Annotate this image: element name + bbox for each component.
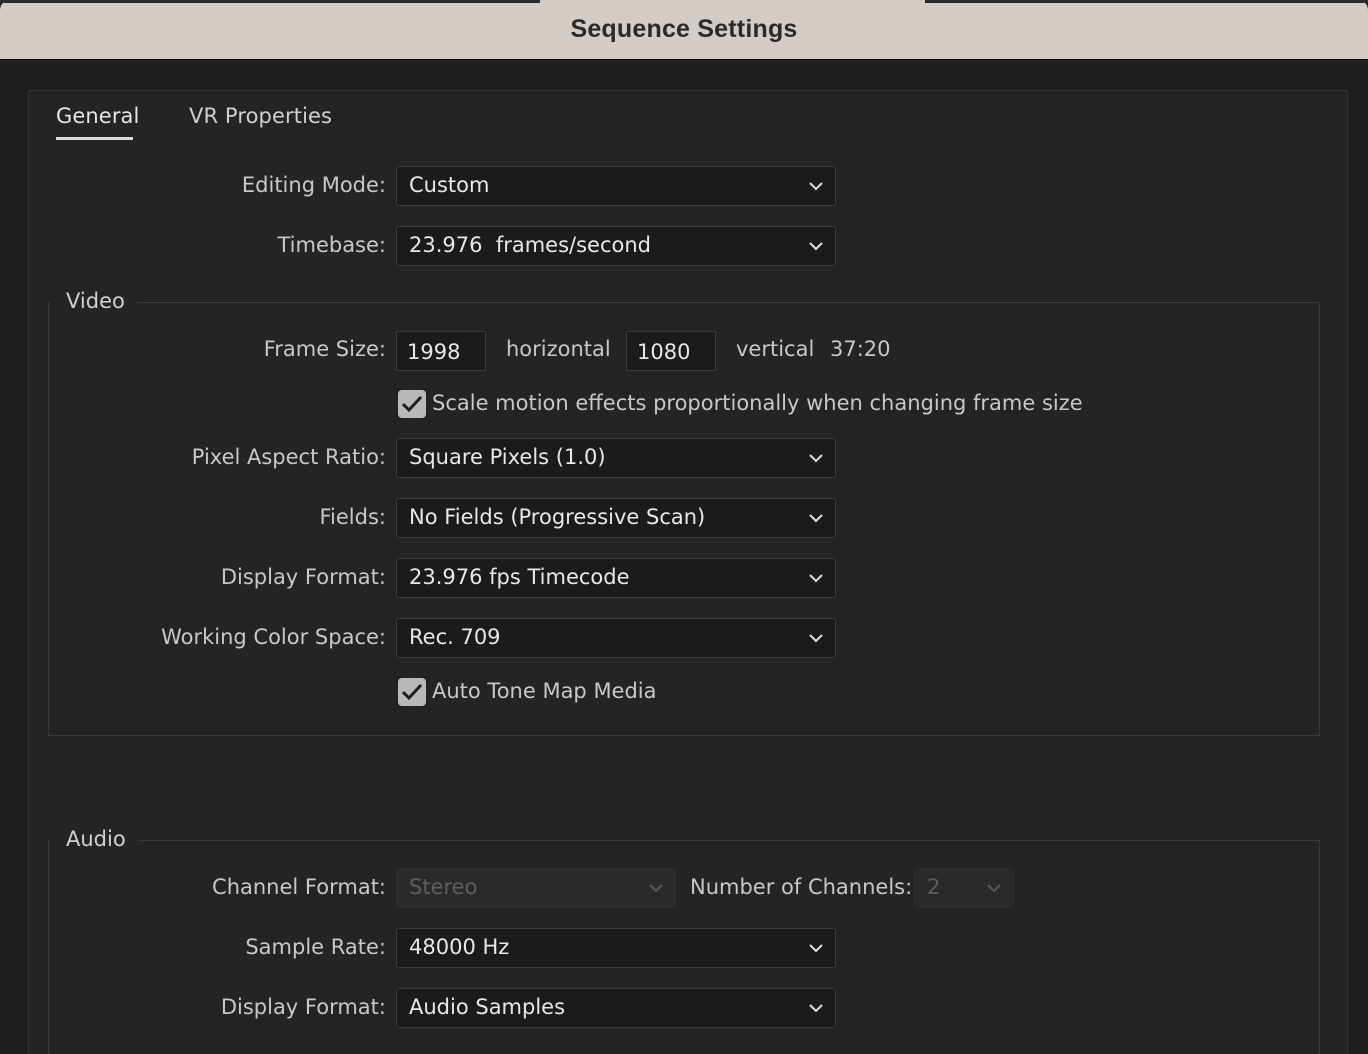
video-display-format-select[interactable]: 23.976 fps Timecode [396,558,836,598]
video-display-format-value: 23.976 fps Timecode [409,565,630,589]
auto-tone-map-checkbox[interactable] [398,678,426,706]
chevron-down-icon [809,634,823,643]
working-color-space-label: Working Color Space: [161,625,386,649]
fields-select[interactable]: No Fields (Progressive Scan) [396,498,836,538]
chevron-down-icon [809,242,823,251]
vertical-label: vertical [736,337,815,361]
aspect-ratio-readout: 37:20 [830,337,891,361]
video-display-format-label: Display Format: [220,565,386,589]
timebase-value: 23.976 frames/second [409,233,652,257]
pixel-aspect-ratio-value: Square Pixels (1.0) [409,445,606,469]
number-of-channels-select: 2 [914,868,1014,908]
number-of-channels-value: 2 [927,875,941,899]
title-bar-edge [925,0,1368,3]
scale-motion-checkbox[interactable] [398,390,426,418]
chevron-down-icon [809,182,823,191]
checkmark-icon [401,395,423,413]
auto-tone-map-label[interactable]: Auto Tone Map Media [432,679,657,703]
chevron-down-icon [809,454,823,463]
audio-display-format-label: Display Format: [220,995,386,1019]
frame-height-input[interactable]: 1080 [626,331,716,371]
chevron-down-icon [809,574,823,583]
window-title: Sequence Settings [570,15,798,43]
title-bar: Sequence Settings [0,0,1368,60]
video-group-title: Video [50,289,137,313]
chevron-down-icon [649,884,663,893]
sample-rate-select[interactable]: 48000 Hz [396,928,836,968]
tab-vr-properties[interactable]: VR Properties [189,104,332,128]
editing-mode-label: Editing Mode: [241,173,386,197]
checkmark-icon [401,683,423,701]
channel-format-label: Channel Format: [212,875,386,899]
chevron-down-icon [809,514,823,523]
channel-format-value: Stereo [409,875,478,899]
chevron-down-icon [809,944,823,953]
frame-width-input[interactable]: 1998 [396,331,486,371]
working-color-space-value: Rec. 709 [409,625,501,649]
audio-group-title: Audio [50,827,138,851]
fields-label: Fields: [319,505,387,529]
timebase-select[interactable]: 23.976 frames/second [396,226,836,266]
tab-general[interactable]: General [56,104,139,128]
frame-size-label: Frame Size: [263,337,386,361]
scale-motion-label[interactable]: Scale motion effects proportionally when… [432,391,1083,415]
title-bar-edge [0,0,540,3]
timebase-label: Timebase: [277,233,386,257]
editing-mode-value: Custom [409,173,490,197]
number-of-channels-label: Number of Channels: [690,875,913,899]
chevron-down-icon [987,884,1001,893]
pixel-aspect-ratio-select[interactable]: Square Pixels (1.0) [396,438,836,478]
working-color-space-select[interactable]: Rec. 709 [396,618,836,658]
active-tab-indicator [56,137,133,140]
fields-value: No Fields (Progressive Scan) [409,505,706,529]
audio-display-format-value: Audio Samples [409,995,566,1019]
pixel-aspect-ratio-label: Pixel Aspect Ratio: [191,445,386,469]
chevron-down-icon [809,1004,823,1013]
sample-rate-label: Sample Rate: [245,935,386,959]
sample-rate-value: 48000 Hz [409,935,510,959]
channel-format-select: Stereo [396,868,676,908]
horizontal-label: horizontal [506,337,611,361]
editing-mode-select[interactable]: Custom [396,166,836,206]
audio-display-format-select[interactable]: Audio Samples [396,988,836,1028]
